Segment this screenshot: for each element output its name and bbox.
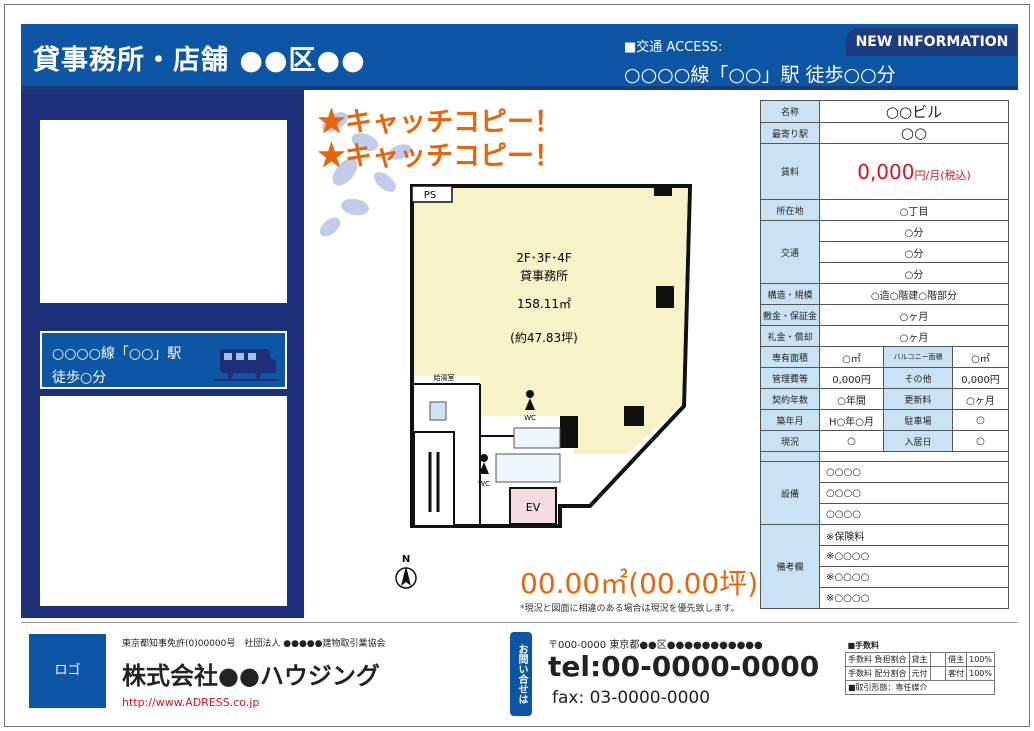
access-label: ■交通 ACCESS:	[624, 40, 723, 55]
spacer-label	[759, 451, 821, 462]
fee-client: 客付	[945, 666, 968, 681]
transit-2: ○分	[819, 241, 1009, 263]
train-icon	[214, 349, 280, 381]
move-in-label: 入居日	[883, 430, 954, 452]
name-label: 名称	[759, 100, 821, 123]
building-name: ○○ビル	[819, 100, 1009, 123]
fax-number: fax: 03-0000-0000	[552, 688, 711, 708]
floor-plan: PS 2F･3F･4F 貸事務所 158.11㎡ (約47.83坪) 給湯室 W…	[410, 184, 693, 528]
rent-value: 0,000円/月(税込)	[819, 143, 1009, 200]
catch-copy-2: ★キャッチコピー！	[318, 141, 561, 172]
floors-label: 2F･3F･4F	[516, 251, 572, 265]
fee-lessee: 借主	[945, 652, 968, 667]
exclusive-area-value: ○㎡	[819, 346, 885, 368]
fee-burden-pct: 100%	[966, 652, 995, 667]
north-label: N	[402, 554, 410, 565]
fee-split-label: 手数料 配分割合	[845, 666, 910, 681]
transaction-mode: ■取引形態：専任媒介	[845, 680, 995, 695]
other-label: その他	[883, 367, 954, 389]
key-money-value: ○ヶ月	[819, 325, 1009, 347]
kitchen-label: 給湯室	[434, 373, 455, 382]
equipment-2: ○○○○	[819, 482, 1009, 504]
remark-4: ※○○○○	[819, 587, 1009, 609]
transit-1: ○分	[819, 220, 1009, 242]
exclusive-area-label: 専有面積	[759, 346, 821, 368]
access-line: ○○○○線「○○」駅 徒歩○○分	[624, 64, 896, 86]
transit-label: 交通	[759, 220, 821, 284]
company-url[interactable]: http://www.ADRESS.co.jp	[122, 696, 259, 709]
walk-time: 徒歩○分	[52, 370, 107, 386]
move-in-value: ○	[952, 430, 1009, 452]
contract-term-value: ○年間	[819, 388, 885, 410]
renewal-value: ○ヶ月	[952, 388, 1009, 410]
parking-value: ○	[952, 409, 1009, 431]
remark-3: ※○○○○	[819, 566, 1009, 588]
nearest-station-label: 最寄り駅	[759, 122, 821, 144]
footer-divider	[21, 622, 1018, 623]
property-spec-table: 名称 ○○ビル 最寄り駅 ○○ 賃料 0,000円/月(税込) 所在地 ○丁目 交通 ○分…	[759, 100, 1009, 609]
key-money-label: 礼金・償却	[759, 325, 821, 347]
contract-term-label: 契約年数	[759, 388, 821, 410]
station-box: ○○○○線「○○」駅 徒歩○分	[40, 331, 287, 389]
total-area: 00.00㎡(00.00坪)	[520, 567, 759, 600]
fee-burden-label: 手数料 負担割合	[845, 652, 910, 667]
remark-2: ※○○○○	[819, 545, 1009, 567]
plan-area-label: 158.11㎡	[517, 297, 571, 311]
company-name: 株式会社●●ハウジング	[122, 662, 380, 690]
management-fee-label: 管理費等	[759, 367, 821, 389]
address-value: ○丁目	[819, 199, 1009, 221]
fee-origin: 元付	[908, 666, 931, 681]
use-label: 貸事務所	[520, 268, 568, 283]
plan-tsubo-label: (約47.83坪)	[510, 330, 578, 345]
structure-value: ○造○階建○階部分	[819, 283, 1009, 305]
renewal-label: 更新料	[883, 388, 954, 410]
disclaimer-note: *現況と図面に相違のある場合は現況を優先致します。	[520, 604, 740, 614]
phone-number[interactable]: tel:00-0000-0000	[548, 650, 819, 683]
rent-label: 賃料	[759, 143, 821, 200]
remarks-label: 備考欄	[759, 524, 821, 609]
property-title: 貸事務所・店舗 ●●区●●	[33, 45, 366, 76]
management-fee-value: 0,000円	[819, 367, 885, 389]
address-label: 所在地	[759, 199, 821, 221]
parking-label: 駐車場	[883, 409, 954, 431]
spacer-value	[819, 451, 1009, 462]
equipment-1: ○○○○	[819, 461, 1009, 483]
company-address: 〒000-0000 東京都●●区●●●●●●●●●●●	[548, 640, 763, 651]
wc-label-2: WC	[478, 480, 490, 488]
transit-3: ○分	[819, 262, 1009, 284]
fee-title: ■手数料	[847, 641, 880, 650]
structure-label: 構造・規模	[759, 283, 821, 305]
ps-label: PS	[424, 190, 436, 201]
photo-placeholder-top	[40, 120, 287, 303]
fee-lessor: 貸主	[908, 652, 931, 667]
balcony-label: バルコニー面積	[883, 346, 954, 368]
station-line: ○○○○線「○○」駅	[52, 346, 182, 362]
status-value: ○	[819, 430, 885, 452]
rent-unit: 円/月(税込)	[914, 168, 971, 182]
ev-label: EV	[526, 501, 541, 514]
remark-1: ※保険料	[819, 524, 1009, 546]
nearest-station: ○○	[819, 122, 1009, 144]
status-label: 現況	[759, 430, 821, 452]
other-value: 0,000円	[952, 367, 1009, 389]
rent-amount: 0,000	[857, 159, 915, 184]
deposit-value: ○ヶ月	[819, 304, 1009, 326]
equipment-3: ○○○○	[819, 503, 1009, 525]
built-label: 築年月	[759, 409, 821, 431]
fee-split-pct: 100%	[966, 666, 995, 681]
balcony-value: ○㎡	[952, 346, 1009, 368]
fee-table: ■手数料 手数料 負担割合 貸主 借主 100% 手数料 配分割合 元付 客付 100% ■…	[845, 639, 995, 695]
contact-tab: お問い合せは	[510, 632, 532, 716]
deposit-label: 敷金・保証金	[759, 304, 821, 326]
new-info-badge: NEW INFORMATION	[846, 28, 1018, 56]
wc-label-1: WC	[524, 414, 536, 422]
north-compass-icon: N	[395, 554, 417, 589]
company-logo: ロゴ	[29, 634, 106, 708]
built-value: H○年○月	[819, 409, 885, 431]
photo-placeholder-bottom	[40, 396, 287, 606]
license-text: 東京都知事免許(0)00000号 社団法人 ●●●●●建物取引業協会	[122, 639, 386, 649]
equipment-label: 設備	[759, 461, 821, 525]
